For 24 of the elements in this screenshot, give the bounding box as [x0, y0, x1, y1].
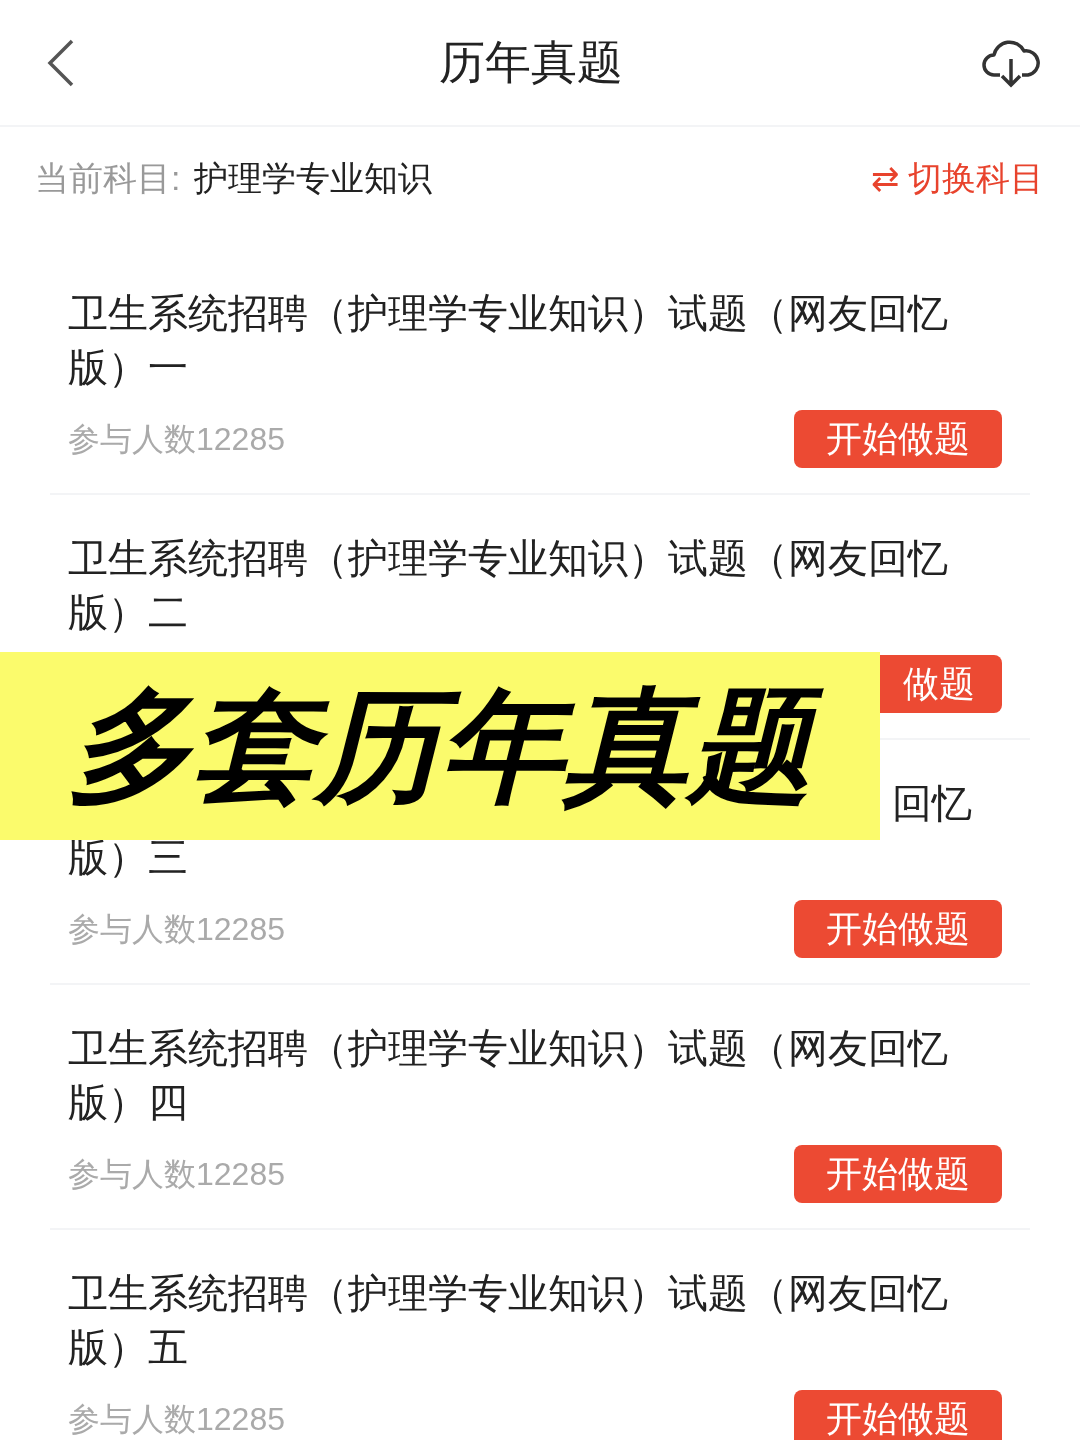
exam-title: 版）二: [68, 589, 188, 636]
exam-title: 卫生系统招聘（护理学专业知识）试题（网友回忆: [68, 290, 948, 337]
exam-title: 回忆: [892, 780, 972, 827]
start-button[interactable]: 开始做题: [794, 1145, 1002, 1203]
start-button[interactable]: 开始做题: [794, 1390, 1002, 1440]
participant-count: 参与人数12285: [68, 1155, 285, 1194]
switch-subject-link[interactable]: ⇄ 切换科目: [870, 153, 1044, 204]
banner-text: 多套历年真题: [44, 668, 836, 824]
exam-title: 卫生系统招聘（护理学专业知识）试题（网友回忆: [68, 1270, 948, 1317]
participant-count: 参与人数12285: [68, 910, 285, 949]
start-button[interactable]: 开始做题: [794, 410, 1002, 468]
exam-title: 卫生系统招聘（护理学专业知识）试题（网友回忆: [68, 535, 948, 582]
exam-title: 版）五: [68, 1324, 188, 1371]
exam-title: 版）一: [68, 344, 188, 391]
start-button[interactable]: 开始做题: [794, 900, 1002, 958]
start-button[interactable]: 做题: [880, 655, 1002, 713]
page-title: 历年真题: [439, 35, 623, 90]
exam-title: 版）四: [68, 1079, 188, 1126]
subject-name: 护理学专业知识: [194, 158, 433, 199]
participant-count: 参与人数12285: [68, 1400, 285, 1439]
participant-count: 参与人数12285: [68, 420, 285, 459]
exam-title: 卫生系统招聘（护理学专业知识）试题（网友回忆: [68, 1025, 948, 1072]
exam-title: 版）三: [68, 834, 188, 881]
subject-label: 当前科目:: [35, 158, 181, 199]
